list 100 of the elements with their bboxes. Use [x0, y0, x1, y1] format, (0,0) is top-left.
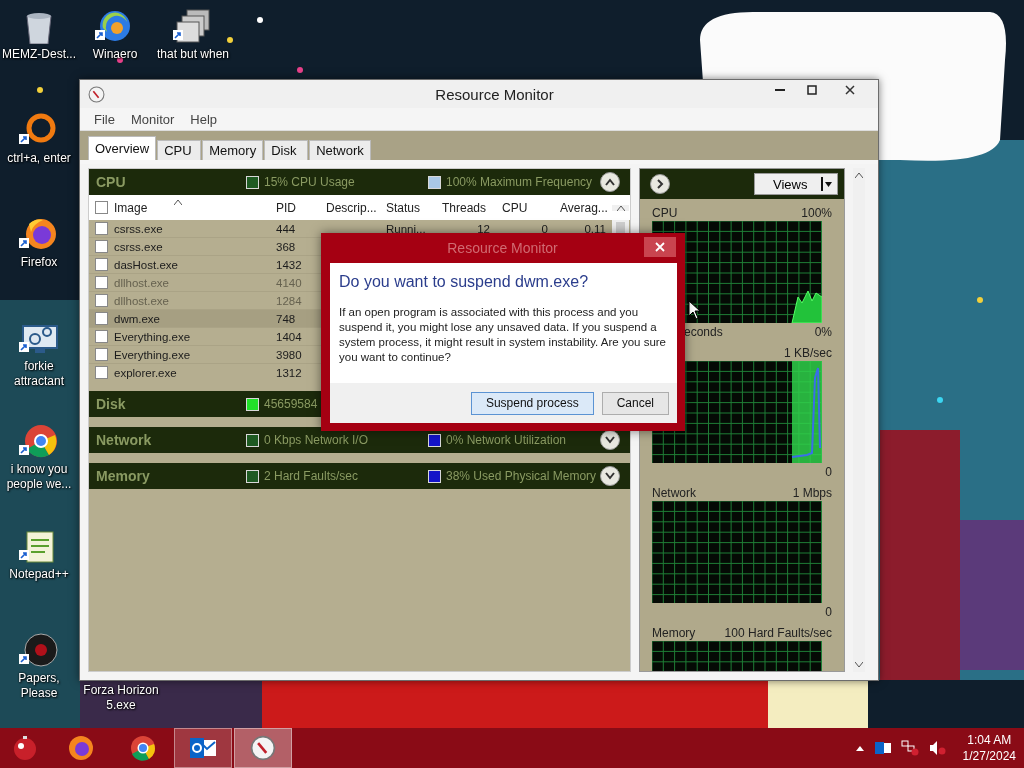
menu-item[interactable]: Help [182, 111, 226, 127]
pointer-icon [688, 300, 702, 320]
suspend-button[interactable]: Suspend process [470, 391, 594, 415]
mail-icon [189, 736, 217, 760]
table-cell-text: 1284 [275, 294, 303, 307]
icon-label[interactable]: ctrl+a, enter [7, 151, 71, 166]
graph-title: Memory [652, 625, 696, 640]
confetti-drawing [37, 87, 43, 93]
tab[interactable]: Disk [264, 140, 309, 160]
table-cell-text: 12 [476, 222, 491, 235]
checkbox[interactable] [95, 312, 108, 325]
table-cell: dllhost.exe [89, 276, 270, 289]
volume-muted-icon[interactable] [928, 740, 947, 756]
cancel-button[interactable]: Cancel [601, 391, 669, 415]
icon-label[interactable]: that but when [156, 47, 230, 62]
toggle-button[interactable] [600, 466, 620, 486]
menu-item[interactable]: File [86, 111, 123, 127]
icon-label[interactable]: Firefox [20, 255, 58, 270]
taskbar-app[interactable] [234, 728, 292, 768]
column-header[interactable]: Status [380, 200, 436, 215]
indicator-text: 100% Maximum Frequency [446, 175, 593, 189]
checkbox[interactable] [95, 201, 108, 214]
dialog-heading: Do you want to suspend dwm.exe? [339, 273, 590, 291]
icon-label[interactable]: Winaero [92, 47, 138, 62]
checkbox[interactable] [95, 348, 108, 361]
indicator-text: 45659584 [264, 397, 318, 411]
confetti-drawing [297, 67, 303, 73]
tab[interactable]: CPU [157, 140, 202, 160]
minimize-icon [775, 89, 785, 91]
section-title: Disk [96, 396, 127, 412]
indicator-text: 15% CPU Usage [264, 175, 355, 189]
table-cell: dllhost.exe [89, 294, 270, 307]
table-cell: Everything.exe [89, 330, 270, 343]
wheel-icon [129, 734, 157, 762]
taskbar-app[interactable] [174, 728, 232, 768]
graph-scale: 0% [814, 324, 832, 339]
confetti-drawing [257, 17, 263, 23]
section-title: Network [96, 432, 153, 448]
toggle-button[interactable] [600, 172, 620, 192]
graph-title: Network [652, 485, 696, 500]
caret-up-icon[interactable] [854, 744, 865, 752]
clock[interactable]: 1:04 AM 1/27/2024 [956, 732, 1016, 764]
window-title: Resource Monitor [434, 85, 555, 103]
clock-date: 1/27/2024 [962, 748, 1016, 764]
table-cell-text: Runni... [385, 222, 427, 235]
ornament-icon [12, 735, 38, 761]
window-stack-icon[interactable] [173, 8, 213, 44]
clock-time: 1:04 AM [967, 732, 1012, 748]
toggle-button[interactable] [600, 430, 620, 450]
table-cell: explorer.exe [89, 366, 270, 379]
flame-icon [67, 734, 95, 762]
column-header[interactable]: Averag... [554, 200, 612, 215]
checkbox[interactable] [95, 222, 108, 235]
dialog-message: If an open program is associated with this process and you suspend it, you might lose any unsaved data. If you suspend a system process, it might result in system instability. Are you sure you want to continue? [339, 305, 667, 365]
scrollbar[interactable] [853, 168, 865, 672]
tab[interactable]: Memory [202, 140, 264, 160]
column-header[interactable]: Descrip... [320, 200, 380, 215]
wheel-icon[interactable] [19, 423, 59, 459]
network-error-icon[interactable] [900, 740, 919, 756]
tab[interactable]: Network [309, 140, 371, 160]
table-cell: csrss.exe [89, 222, 270, 235]
table-cell-text: 1404 [275, 330, 303, 343]
menu-item[interactable]: Monitor [122, 111, 183, 127]
tab[interactable]: Overview [88, 136, 157, 160]
flame-icon[interactable] [19, 216, 59, 252]
chevron-up-icon [604, 178, 616, 186]
scroll-down-icon[interactable] [855, 662, 863, 668]
column-header[interactable]: Threads [436, 200, 496, 215]
icon-label[interactable]: MEMZ-Dest... [2, 47, 76, 62]
checkbox[interactable] [95, 330, 108, 343]
scroll-up-icon[interactable] [855, 172, 863, 178]
checkbox[interactable] [95, 276, 108, 289]
checkbox[interactable] [95, 366, 108, 379]
checkbox[interactable] [95, 240, 108, 253]
column-header[interactable]: PID [270, 200, 320, 215]
section-header[interactable]: Memory 2 Hard Faults/sec 38% Used Physical Memory [89, 463, 630, 489]
icon-label[interactable]: forkie attractant [0, 359, 78, 389]
section-header[interactable]: CPU 15% CPU Usage 100% Maximum Frequency [89, 169, 630, 195]
mail-icon[interactable] [874, 741, 891, 755]
close-icon [655, 242, 665, 252]
disc-icon[interactable] [19, 632, 59, 668]
table-cell: csrss.exe [89, 240, 270, 253]
column-header[interactable]: Image [89, 200, 270, 215]
scroll-up-icon[interactable] [616, 204, 625, 211]
checkbox[interactable] [95, 294, 108, 307]
section-header[interactable]: Network 0 Kbps Network I/O 0% Network Utilization [89, 427, 630, 453]
expand-button[interactable] [650, 174, 670, 194]
close-button[interactable] [644, 237, 676, 257]
table-cell: dwm.exe [89, 312, 270, 325]
scrollbar[interactable] [612, 204, 629, 211]
checkbox[interactable] [95, 258, 108, 271]
chevron-right-icon [656, 179, 664, 189]
graph-scale: 1 KB/sec [783, 345, 832, 360]
icon-label[interactable]: Papers, Please [0, 671, 78, 701]
icon-label[interactable]: i know you people we... [0, 462, 78, 492]
icon-label[interactable]: Notepad++ [9, 567, 69, 582]
indicator-text: 0% Network Utilization [446, 433, 567, 447]
views-dropdown[interactable]: Views [754, 173, 838, 195]
column-header[interactable]: CPU [496, 200, 554, 215]
indicator-text: 2 Hard Faults/sec [264, 469, 359, 483]
